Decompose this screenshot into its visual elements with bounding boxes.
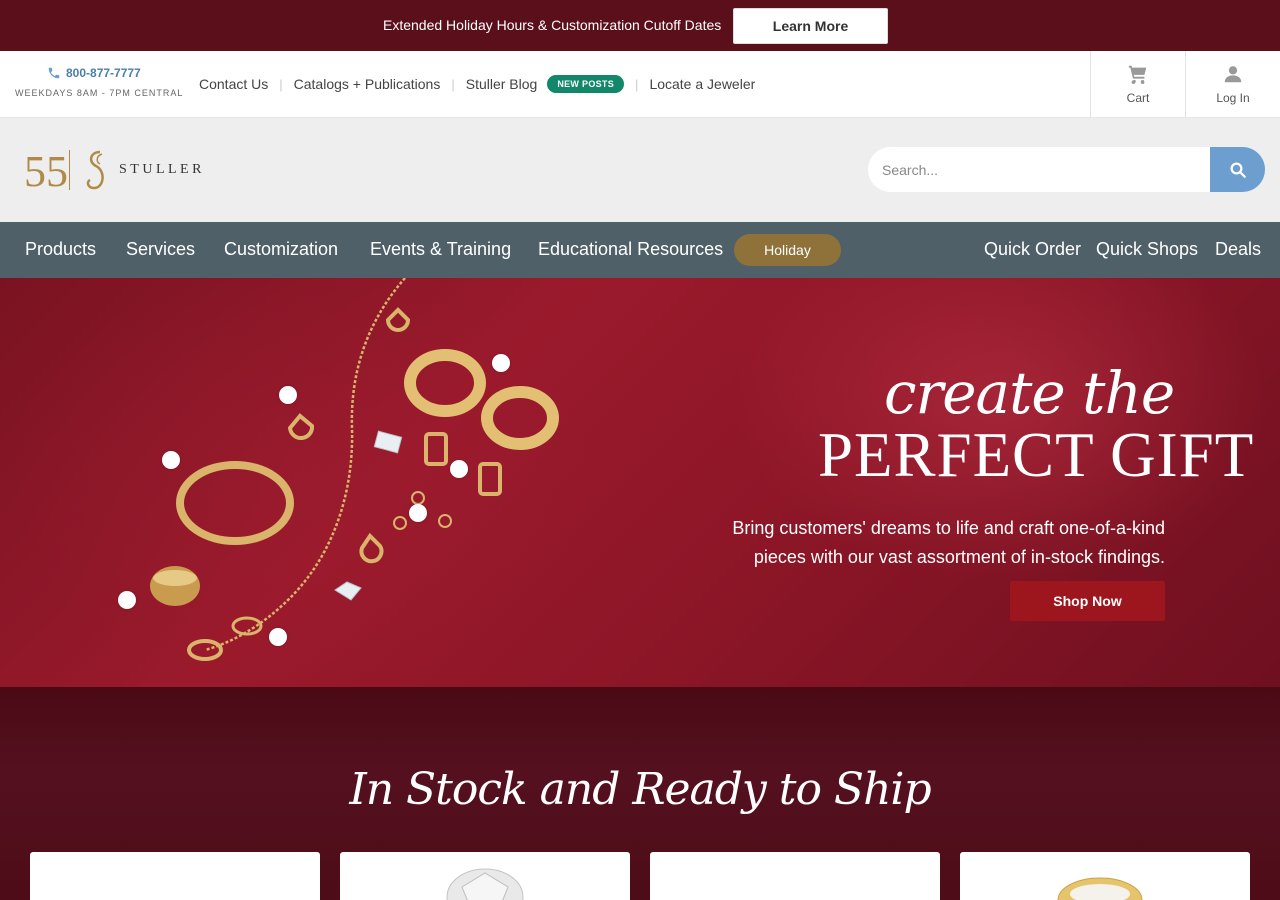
cart-icon (1128, 65, 1147, 85)
product-hotspot[interactable] (450, 460, 468, 478)
search-icon (1230, 162, 1246, 178)
hero-script-heading: create the (884, 359, 1175, 427)
product-card[interactable] (650, 852, 940, 900)
phone-icon (48, 67, 60, 79)
nav-educational-resources[interactable]: Educational Resources (538, 239, 723, 260)
product-card[interactable] (960, 852, 1250, 900)
stuller-logo[interactable]: 55 (24, 144, 119, 201)
header: 55 STULLER (0, 118, 1280, 222)
hero-banner[interactable]: create the PERFECT GIFT Bring customers'… (0, 278, 1280, 687)
cart-button[interactable]: Cart (1090, 51, 1185, 117)
nav-events-training[interactable]: Events & Training (370, 239, 511, 260)
section-title: In Stock and Ready to Ship (349, 764, 931, 815)
nav-products[interactable]: Products (25, 239, 96, 260)
nav-customization[interactable]: Customization (224, 239, 338, 260)
product-card[interactable] (340, 852, 630, 900)
utility-bar: 800-877-7777 WEEKDAYS 8AM - 7PM CENTRAL … (0, 51, 1280, 118)
contact-us-link[interactable]: Contact Us (199, 76, 268, 92)
login-label: Log In (1216, 91, 1250, 105)
product-hotspot[interactable] (492, 354, 510, 372)
jewelry-image (150, 278, 559, 661)
nav-deals[interactable]: Deals (1215, 239, 1261, 260)
hero-description: Bring customers' dreams to life and craf… (732, 518, 1165, 567)
stuller-blog-link[interactable]: Stuller Blog (466, 76, 538, 92)
phone-number: 800-877-7777 (66, 66, 141, 80)
product-hotspot[interactable] (279, 386, 297, 404)
nav-quick-order[interactable]: Quick Order (984, 239, 1081, 260)
product-image (446, 868, 524, 900)
user-icon (1224, 66, 1242, 83)
utility-links: Contact Us | Catalogs + Publications | S… (199, 75, 755, 93)
learn-more-button[interactable]: Learn More (733, 8, 888, 44)
nav-holiday[interactable]: Holiday (734, 234, 841, 266)
cart-label: Cart (1126, 91, 1150, 105)
product-image (1057, 877, 1143, 900)
catalogs-link[interactable]: Catalogs + Publications (294, 76, 441, 92)
main-nav: Products Services Customization Events &… (0, 222, 1280, 278)
divider: | (279, 76, 283, 92)
divider: | (451, 76, 455, 92)
new-posts-badge[interactable]: NEW POSTS (547, 75, 625, 93)
phone-link[interactable]: 800-877-7777 (47, 66, 141, 80)
hero-title: PERFECT GIFT (818, 420, 1255, 490)
in-stock-section: In Stock and Ready to Ship (0, 687, 1280, 900)
nav-quick-shops[interactable]: Quick Shops (1096, 239, 1198, 260)
search-input[interactable] (868, 147, 1211, 192)
shop-now-button[interactable]: Shop Now (1010, 581, 1165, 621)
product-hotspot[interactable] (269, 628, 287, 646)
login-button[interactable]: Log In (1185, 51, 1280, 117)
anniversary-mark: 55 (24, 147, 68, 196)
business-hours: WEEKDAYS 8AM - 7PM CENTRAL (15, 88, 184, 98)
product-hotspot[interactable] (162, 451, 180, 469)
product-card[interactable] (30, 852, 320, 900)
product-hotspot[interactable] (409, 504, 427, 522)
announcement-bar: Extended Holiday Hours & Customization C… (0, 0, 1280, 51)
locate-jeweler-link[interactable]: Locate a Jeweler (649, 76, 755, 92)
announcement-text: Extended Holiday Hours & Customization C… (383, 17, 722, 33)
logo-55-mark: 55 (24, 147, 104, 196)
search-button[interactable] (1210, 147, 1265, 192)
nav-services[interactable]: Services (126, 239, 195, 260)
divider: | (635, 76, 639, 92)
product-hotspot[interactable] (118, 591, 136, 609)
stuller-wordmark: STULLER (119, 162, 205, 177)
